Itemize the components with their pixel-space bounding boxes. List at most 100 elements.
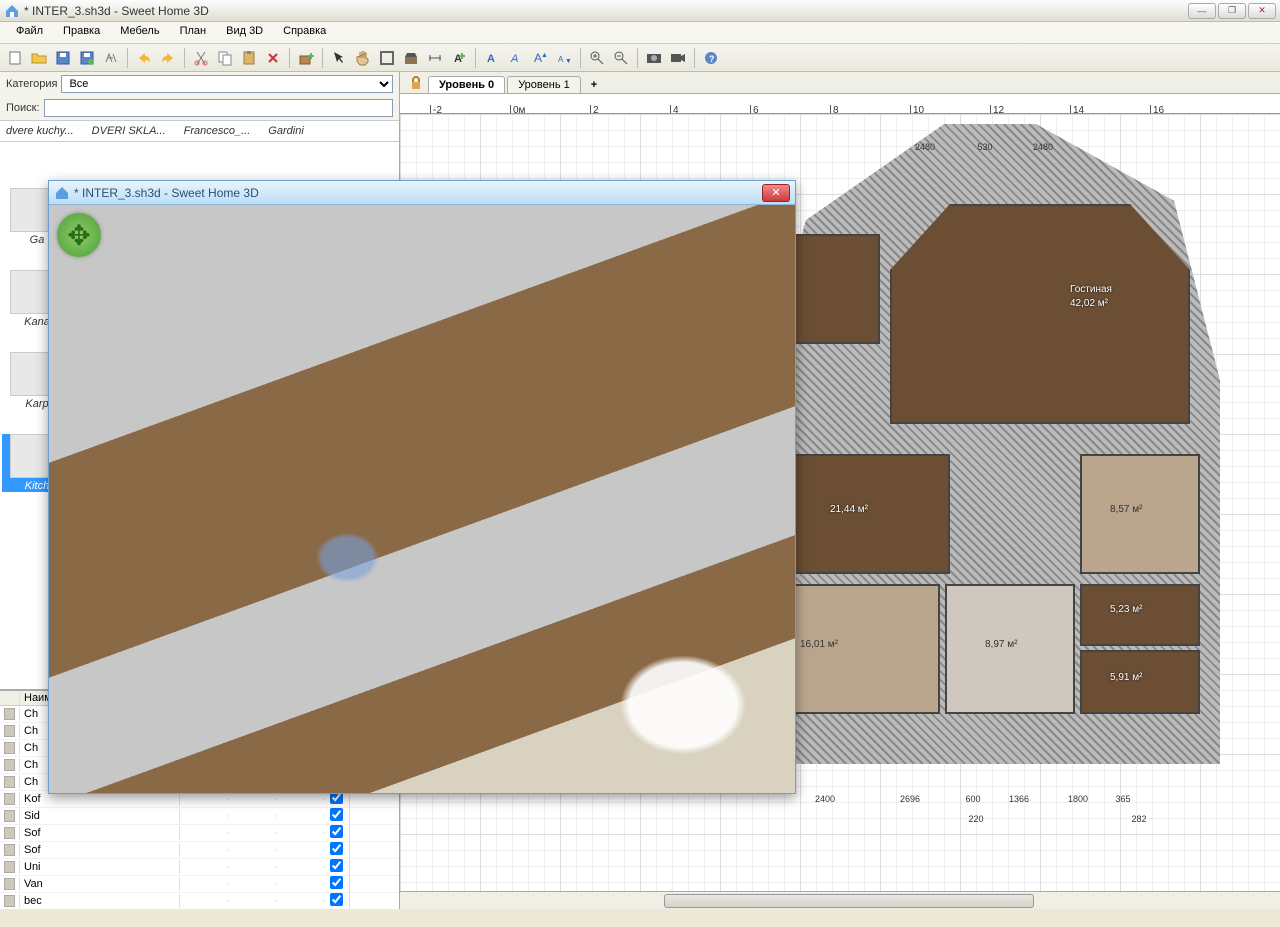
window-title: * INTER_3.sh3d - Sweet Home 3D [24,4,1188,18]
furniture-visible-checkbox[interactable] [330,825,343,838]
furniture-visible-checkbox[interactable] [330,842,343,855]
furniture-name: Van [20,877,180,891]
ruler-tick: 6 [750,105,759,113]
create-photo-button[interactable] [643,47,665,69]
catalog-head-4: Gardini [268,125,303,137]
view3d-titlebar[interactable]: * INTER_3.sh3d - Sweet Home 3D ✕ [49,181,795,205]
nav-compass-icon[interactable] [57,213,101,257]
furniture-thumb-icon [4,759,15,771]
furniture-val3 [276,883,324,885]
minimize-button[interactable]: — [1188,3,1216,19]
furniture-visible-checkbox[interactable] [330,859,343,872]
scrollbar-thumb[interactable] [664,894,1034,908]
open-button[interactable] [28,47,50,69]
furniture-row[interactable]: bec [0,893,399,909]
furniture-val2 [228,883,276,885]
menu-file[interactable]: Файл [6,22,53,43]
zoom-out-button[interactable] [610,47,632,69]
pan-tool[interactable] [352,47,374,69]
toolbar: A A A A▲ A▼ ? [0,44,1280,72]
app-icon [4,3,20,19]
level-tabs: Уровень 0 Уровень 1 + [400,72,1280,94]
search-input[interactable] [44,99,393,117]
increase-text-button[interactable]: A▲ [529,47,551,69]
room-living[interactable] [890,204,1190,424]
furniture-visible-checkbox[interactable] [330,876,343,889]
furniture-val3 [276,815,324,817]
furniture-row[interactable]: Uni [0,859,399,876]
category-select[interactable]: Все [61,75,393,93]
ruler-tick: 8 [830,105,839,113]
menu-view3d[interactable]: Вид 3D [216,22,273,43]
text-italic-button[interactable]: A [505,47,527,69]
catalog-head-1: dvere kuchy... [6,125,74,137]
maximize-button[interactable]: ❐ [1218,3,1246,19]
paste-button[interactable] [238,47,260,69]
furniture-val2 [228,815,276,817]
horizontal-ruler: -20м246810121416 [400,94,1280,114]
horizontal-scrollbar[interactable]: I I I [400,891,1280,909]
decrease-text-button[interactable]: A▼ [553,47,575,69]
view3d-close-button[interactable]: ✕ [762,184,790,202]
select-tool[interactable] [328,47,350,69]
menu-help[interactable]: Справка [273,22,336,43]
furniture-row[interactable]: Van [0,876,399,893]
delete-button[interactable] [262,47,284,69]
view3d-viewport[interactable] [49,205,795,793]
redo-button[interactable] [157,47,179,69]
new-button[interactable] [4,47,26,69]
ruler-tick: 4 [670,105,679,113]
furniture-val3 [276,849,324,851]
create-walls-tool[interactable] [376,47,398,69]
close-button[interactable]: ✕ [1248,3,1276,19]
furniture-row[interactable]: Sid [0,808,399,825]
zoom-in-button[interactable] [586,47,608,69]
furniture-thumb-icon [4,844,15,856]
furniture-name: Sid [20,809,180,823]
cut-button[interactable] [190,47,212,69]
dim-bot-5: 1800 [1050,794,1106,804]
furniture-val3 [276,900,324,902]
create-text-tool[interactable]: A [448,47,470,69]
furniture-val2 [228,832,276,834]
furniture-name: bec [20,894,180,908]
furniture-val1 [180,849,228,851]
dim-bot-2: 2696 [870,794,950,804]
svg-text:A: A [510,53,518,65]
furniture-thumb-icon [4,776,15,788]
create-rooms-tool[interactable] [400,47,422,69]
svg-text:A: A [487,53,495,65]
create-dimensions-tool[interactable] [424,47,446,69]
copy-button[interactable] [214,47,236,69]
furniture-visible-checkbox[interactable] [330,893,343,906]
room-area-5: 8,97 м² [985,639,1017,650]
svg-text:A: A [558,55,564,64]
search-label: Поиск: [6,102,40,114]
furniture-thumb-icon [4,895,15,907]
dim-top-1: 2480 [890,142,960,152]
furniture-visible-checkbox[interactable] [330,808,343,821]
furniture-row[interactable]: Sof [0,825,399,842]
view3d-window[interactable]: * INTER_3.sh3d - Sweet Home 3D ✕ [48,180,796,794]
save-button[interactable] [52,47,74,69]
furniture-val1 [180,866,228,868]
text-bold-button[interactable]: A [481,47,503,69]
create-video-button[interactable] [667,47,689,69]
level-tab-0[interactable]: Уровень 0 [428,76,505,93]
save-as-button[interactable] [76,47,98,69]
level-tab-1[interactable]: Уровень 1 [507,76,581,93]
dim-bot-1: 2400 [790,794,860,804]
furniture-val2 [228,798,276,800]
room-6[interactable] [1080,584,1200,646]
menu-edit[interactable]: Правка [53,22,110,43]
add-furniture-button[interactable] [295,47,317,69]
menu-plan[interactable]: План [170,22,217,43]
level-add-button[interactable]: + [583,77,605,93]
ruler-tick: 0м [510,105,525,113]
menu-furniture[interactable]: Мебель [110,22,169,43]
undo-button[interactable] [133,47,155,69]
help-button[interactable]: ? [700,47,722,69]
view3d-title: * INTER_3.sh3d - Sweet Home 3D [74,186,762,200]
preferences-button[interactable] [100,47,122,69]
furniture-row[interactable]: Sof [0,842,399,859]
